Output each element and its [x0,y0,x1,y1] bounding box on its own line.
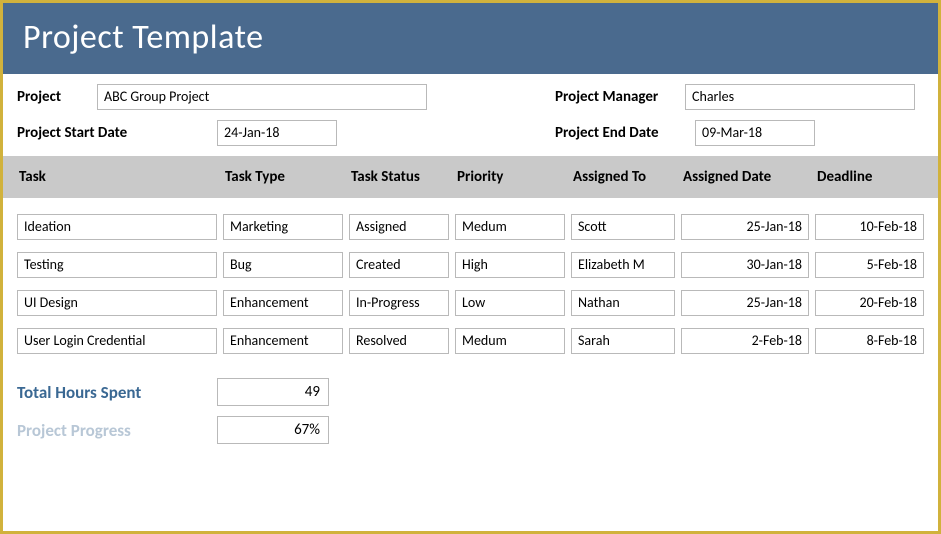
summary-row-hours: Total Hours Spent 49 [17,378,924,406]
table-row: UI Design Enhancement In-Progress Low Na… [3,284,938,322]
cell-task[interactable]: Ideation [17,214,217,240]
cell-priority[interactable]: Low [455,290,565,316]
summary-block: Total Hours Spent 49 Project Progress 67… [3,360,938,454]
progress-label: Project Progress [17,420,217,441]
cell-assigned-date[interactable]: 30-Jan-18 [681,252,809,278]
cell-assigned-date[interactable]: 2-Feb-18 [681,328,809,354]
project-input[interactable]: ABC Group Project [97,84,427,110]
cell-task[interactable]: User Login Credential [17,328,217,354]
end-date-input[interactable]: 09-Mar-18 [695,120,815,146]
cell-task[interactable]: Testing [17,252,217,278]
col-header-assigned-to: Assigned To [571,168,681,186]
cell-type[interactable]: Enhancement [223,328,343,354]
table-row: Ideation Marketing Assigned Medum Scott … [3,208,938,246]
end-date-label: Project End Date [555,124,695,142]
col-header-task: Task [17,168,223,186]
cell-assigned-date[interactable]: 25-Jan-18 [681,290,809,316]
cell-status[interactable]: Resolved [349,328,449,354]
grid-body: Ideation Marketing Assigned Medum Scott … [3,198,938,360]
task-grid: Task Task Type Task Status Priority Assi… [3,156,938,360]
cell-deadline[interactable]: 10-Feb-18 [815,214,924,240]
col-header-assigned-date: Assigned Date [681,168,815,186]
cell-type[interactable]: Marketing [223,214,343,240]
project-label: Project [17,88,97,106]
cell-priority[interactable]: High [455,252,565,278]
cell-deadline[interactable]: 8-Feb-18 [815,328,924,354]
cell-priority[interactable]: Medum [455,214,565,240]
total-hours-value[interactable]: 49 [217,378,329,406]
cell-assigned-to[interactable]: Sarah [571,328,675,354]
table-row: User Login Credential Enhancement Resolv… [3,322,938,360]
manager-label: Project Manager [555,88,685,106]
project-template-frame: Project Template Project ABC Group Proje… [0,0,941,534]
page-title: Project Template [3,3,938,74]
cell-assigned-to[interactable]: Elizabeth M [571,252,675,278]
col-header-priority: Priority [455,168,571,186]
col-header-type: Task Type [223,168,349,186]
cell-priority[interactable]: Medum [455,328,565,354]
cell-status[interactable]: In-Progress [349,290,449,316]
cell-assigned-to[interactable]: Nathan [571,290,675,316]
grid-header-row: Task Task Type Task Status Priority Assi… [3,156,938,198]
cell-assigned-date[interactable]: 25-Jan-18 [681,214,809,240]
meta-row-project: Project ABC Group Project Project Manage… [17,84,924,110]
cell-deadline[interactable]: 20-Feb-18 [815,290,924,316]
cell-status[interactable]: Assigned [349,214,449,240]
progress-value[interactable]: 67% [217,416,329,444]
start-date-input[interactable]: 24-Jan-18 [217,120,337,146]
cell-status[interactable]: Created [349,252,449,278]
manager-input[interactable]: Charles [685,84,915,110]
summary-row-progress: Project Progress 67% [17,416,924,444]
col-header-status: Task Status [349,168,455,186]
cell-task[interactable]: UI Design [17,290,217,316]
project-meta: Project ABC Group Project Project Manage… [3,74,938,156]
table-row: Testing Bug Created High Elizabeth M 30-… [3,246,938,284]
total-hours-label: Total Hours Spent [17,382,217,403]
cell-assigned-to[interactable]: Scott [571,214,675,240]
cell-deadline[interactable]: 5-Feb-18 [815,252,924,278]
col-header-deadline: Deadline [815,168,930,186]
start-date-label: Project Start Date [17,124,217,142]
meta-row-dates: Project Start Date 24-Jan-18 Project End… [17,120,924,146]
cell-type[interactable]: Bug [223,252,343,278]
cell-type[interactable]: Enhancement [223,290,343,316]
